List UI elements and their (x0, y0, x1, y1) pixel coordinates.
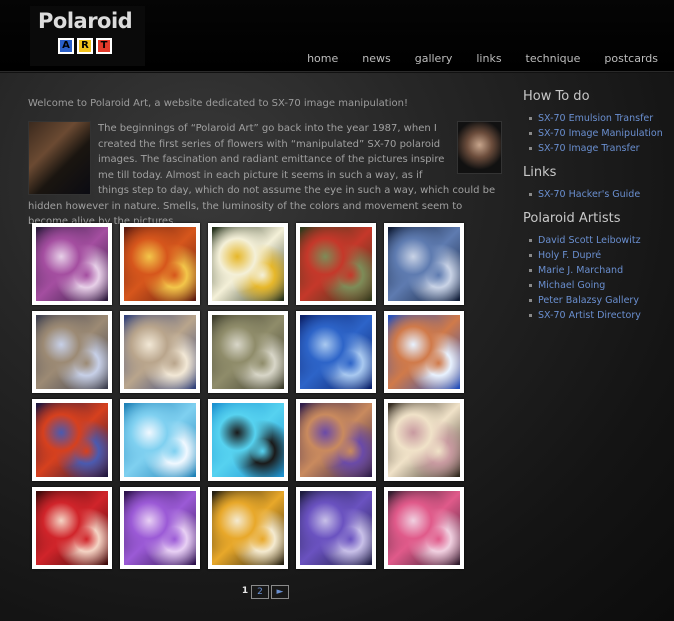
thumbnail-image (212, 315, 284, 389)
thumbnail-image (300, 403, 372, 477)
gallery-thumbnail[interactable] (208, 399, 288, 481)
howto-link[interactable]: SX-70 Emulsion Transfer (523, 111, 671, 126)
logo[interactable]: Polaroid A R T (30, 6, 145, 66)
howto-heading: How To do (523, 89, 590, 104)
gallery-thumbnail[interactable] (120, 399, 200, 481)
thumbnail-image (388, 227, 460, 301)
nav-gallery[interactable]: gallery (391, 52, 453, 65)
external-link[interactable]: SX-70 Hacker's Guide (523, 187, 671, 202)
artist-link[interactable]: Marie J. Marchand (523, 263, 671, 278)
gallery-thumbnail[interactable] (32, 487, 112, 569)
gallery-thumbnail[interactable] (208, 311, 288, 393)
pagination: 1 2 ► (241, 585, 289, 599)
gallery-thumbnail[interactable] (120, 487, 200, 569)
links-heading: Links (523, 165, 557, 180)
thumbnail-image (36, 315, 108, 389)
intro-paragraph: The beginnings of “Polaroid Art” go back… (28, 123, 496, 227)
sidebar: How To do SX-70 Emulsion Transfer SX-70 … (523, 89, 671, 332)
gallery-thumbnail[interactable] (384, 399, 464, 481)
logo-tiles: A R T (58, 38, 112, 54)
thumbnail-image (300, 315, 372, 389)
gallery-thumbnail[interactable] (296, 311, 376, 393)
gallery-thumbnail[interactable] (32, 399, 112, 481)
page-current: 1 (241, 586, 249, 596)
gallery-thumbnail[interactable] (120, 311, 200, 393)
logo-tile: A (58, 38, 74, 54)
gallery-thumbnail[interactable] (384, 223, 464, 305)
links-list: SX-70 Hacker's Guide (523, 187, 671, 202)
artist-link[interactable]: Holy F. Dupré (523, 248, 671, 263)
site-header: Polaroid A R T home news gallery links t… (0, 0, 674, 72)
thumbnail-image (124, 227, 196, 301)
logo-tile: R (77, 38, 93, 54)
logo-tile: T (96, 38, 112, 54)
main-content: Welcome to Polaroid Art, a website dedic… (0, 73, 674, 621)
gallery-thumbnail[interactable] (208, 487, 288, 569)
nav-postcards[interactable]: postcards (580, 52, 658, 65)
intro-paragraph-block: The beginnings of “Polaroid Art” go back… (28, 121, 496, 230)
thumbnail-image (212, 403, 284, 477)
artist-link[interactable]: SX-70 Artist Directory (523, 308, 671, 323)
logo-tile-letter: A (60, 40, 72, 52)
main-nav: home news gallery links technique postca… (283, 52, 658, 65)
gallery-thumbnail[interactable] (32, 223, 112, 305)
thumbnail-image (36, 403, 108, 477)
artist-link[interactable]: Michael Going (523, 278, 671, 293)
thumbnail-image (212, 227, 284, 301)
artist-link[interactable]: David Scott Leibowitz (523, 233, 671, 248)
gallery-thumbnail[interactable] (296, 399, 376, 481)
logo-tile-letter: T (98, 40, 110, 52)
howto-link[interactable]: SX-70 Image Manipulation (523, 126, 671, 141)
thumbnail-image (388, 491, 460, 565)
gallery-thumbnail[interactable] (32, 311, 112, 393)
gallery-thumbnail[interactable] (384, 487, 464, 569)
thumbnail-image (388, 315, 460, 389)
nav-links[interactable]: links (452, 52, 501, 65)
gallery-thumbnail[interactable] (208, 223, 288, 305)
gallery-thumbnail[interactable] (296, 487, 376, 569)
logo-title: Polaroid (38, 9, 133, 33)
artists-list: David Scott Leibowitz Holy F. Dupré Mari… (523, 233, 671, 323)
thumbnail-image (300, 227, 372, 301)
nav-news[interactable]: news (338, 52, 390, 65)
howto-list: SX-70 Emulsion Transfer SX-70 Image Mani… (523, 111, 671, 156)
howto-link[interactable]: SX-70 Image Transfer (523, 141, 671, 156)
thumbnail-image (36, 491, 108, 565)
artist-link[interactable]: Peter Balazsy Gallery (523, 293, 671, 308)
next-page-arrow-icon[interactable]: ► (271, 585, 289, 599)
nav-home[interactable]: home (283, 52, 338, 65)
thumbnail-image (124, 403, 196, 477)
artists-heading: Polaroid Artists (523, 211, 621, 226)
thumbnail-image (124, 315, 196, 389)
thumbnail-image (36, 227, 108, 301)
thumbnail-image (388, 403, 460, 477)
gallery-grid (32, 223, 464, 569)
welcome-text: Welcome to Polaroid Art, a website dedic… (28, 98, 408, 109)
thumbnail-image (124, 491, 196, 565)
gallery-thumbnail[interactable] (296, 223, 376, 305)
gallery-thumbnail[interactable] (384, 311, 464, 393)
thumbnail-image (300, 491, 372, 565)
gallery-thumbnail[interactable] (120, 223, 200, 305)
nav-technique[interactable]: technique (502, 52, 581, 65)
logo-tile-letter: R (79, 40, 91, 52)
page-2-link[interactable]: 2 (251, 585, 269, 599)
thumbnail-image (212, 491, 284, 565)
